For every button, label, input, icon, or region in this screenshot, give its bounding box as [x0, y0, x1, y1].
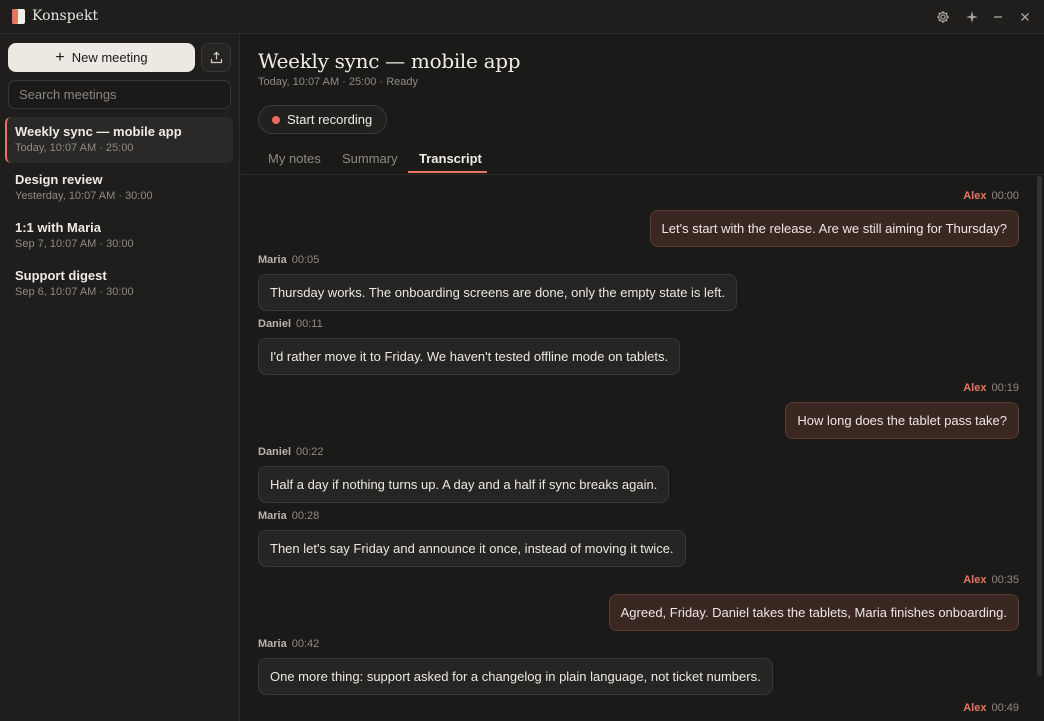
- main-panel: Weekly sync — mobile app Today, 10:07 AM…: [241, 34, 1044, 721]
- transcript-message: Alex 00:19 How long does the tablet pass …: [785, 382, 1019, 439]
- tab-my-notes[interactable]: My notes: [268, 151, 321, 175]
- message-time: 00:11: [296, 318, 323, 330]
- transcript-list: Alex 00:00 Let's start with the release. …: [241, 176, 1044, 721]
- transcript-scrollbar[interactable]: [1037, 176, 1042, 676]
- transcript-message: Maria 00:42 One more thing: support asked…: [258, 638, 773, 695]
- message-bubble: How long does the tablet pass take?: [785, 402, 1019, 439]
- meeting-item-1on1-maria[interactable]: 1:1 with Maria Sep 7, 10:07 AM · 30:00: [5, 213, 233, 259]
- new-meeting-label: New meeting: [71, 50, 148, 65]
- meeting-title: Design review: [15, 172, 103, 187]
- meeting-title: Support digest: [15, 268, 107, 283]
- transcript-message: Daniel 00:22 Half a day if nothing turns …: [258, 446, 670, 503]
- active-tab-indicator: [408, 171, 487, 173]
- message-time: 00:28: [291, 510, 320, 522]
- message-speaker: Maria: [258, 638, 287, 650]
- message-bubble: Then let's say Friday and announce it on…: [258, 530, 686, 567]
- message-speaker: Alex: [963, 382, 987, 394]
- meeting-subtitle: Today, 10:07 AM · 25:00: [15, 142, 134, 154]
- page-title: Weekly sync — mobile app: [258, 49, 521, 73]
- transcript-message: Alex 00:00 Let's start with the release. …: [649, 190, 1019, 247]
- page-meta: Today, 10:07 AM · 25:00 · Ready: [258, 76, 418, 88]
- start-recording-button[interactable]: Start recording: [258, 105, 388, 134]
- sidebar: + New meeting Weekly sync — mobile app T…: [0, 34, 240, 721]
- upload-icon: [210, 51, 222, 64]
- message-time: 00:22: [296, 446, 324, 458]
- message-time: 00:49: [991, 702, 1019, 714]
- message-time: 00:35: [991, 574, 1019, 586]
- meeting-item-weekly-sync[interactable]: Weekly sync — mobile app Today, 10:07 AM…: [5, 117, 233, 163]
- message-speaker: Alex: [963, 702, 987, 714]
- minimize-icon[interactable]: [990, 9, 1006, 25]
- transcript-message: Maria 00:28 Then let's say Friday and ann…: [258, 510, 686, 567]
- tab-summary[interactable]: Summary: [342, 151, 398, 175]
- meeting-title: 1:1 with Maria: [15, 220, 101, 235]
- plus-icon: +: [55, 48, 65, 66]
- meeting-item-support-digest[interactable]: Support digest Sep 6, 10:07 AM · 30:00: [5, 261, 233, 307]
- search-input[interactable]: [8, 80, 231, 109]
- app-logo-icon: [12, 9, 25, 24]
- sparkle-icon[interactable]: [964, 9, 980, 25]
- transcript-message: Alex 00:49: [639, 702, 1019, 721]
- app-title: Konspekt: [32, 8, 99, 24]
- export-button[interactable]: [201, 43, 231, 72]
- message-speaker: Maria: [258, 510, 287, 522]
- message-time: 00:42: [291, 638, 320, 650]
- title-bar: Konspekt: [0, 0, 1044, 34]
- meeting-item-design-review[interactable]: Design review Yesterday, 10:07 AM · 30:0…: [5, 165, 233, 211]
- settings-gear-icon[interactable]: [935, 9, 951, 25]
- meeting-subtitle: Sep 6, 10:07 AM · 30:00: [15, 286, 134, 298]
- message-bubble: Agreed, Friday. Daniel takes the tablets…: [608, 594, 1019, 631]
- message-bubble: Let's start with the release. Are we sti…: [649, 210, 1019, 247]
- message-speaker: Maria: [258, 254, 287, 266]
- message-bubble: Half a day if nothing turns up. A day an…: [258, 466, 670, 503]
- meeting-subtitle: Yesterday, 10:07 AM · 30:00: [15, 190, 153, 202]
- message-speaker: Daniel: [258, 318, 292, 330]
- tab-bar: My notes Summary Transcript: [241, 149, 1044, 175]
- message-speaker: Alex: [963, 190, 987, 202]
- message-time: 00:00: [991, 190, 1019, 202]
- message-time: 00:05: [291, 254, 320, 266]
- message-bubble: Thursday works. The onboarding screens a…: [258, 274, 737, 311]
- meeting-subtitle: Sep 7, 10:07 AM · 30:00: [15, 238, 134, 250]
- message-speaker: Daniel: [258, 446, 292, 458]
- transcript-message: Daniel 00:11 I'd rather move it to Friday…: [258, 318, 681, 375]
- transcript-message: Maria 00:05 Thursday works. The onboardin…: [258, 254, 737, 311]
- start-recording-label: Start recording: [287, 112, 373, 127]
- close-icon[interactable]: [1017, 9, 1033, 25]
- message-bubble: One more thing: support asked for a chan…: [258, 658, 773, 695]
- message-bubble: I'd rather move it to Friday. We haven't…: [258, 338, 681, 375]
- record-dot-icon: [272, 116, 280, 124]
- new-meeting-button[interactable]: + New meeting: [8, 43, 195, 72]
- message-time: 00:19: [991, 382, 1019, 394]
- message-speaker: Alex: [963, 574, 987, 586]
- meeting-title: Weekly sync — mobile app: [15, 124, 182, 139]
- transcript-message: Alex 00:35 Agreed, Friday. Daniel takes t…: [608, 574, 1019, 631]
